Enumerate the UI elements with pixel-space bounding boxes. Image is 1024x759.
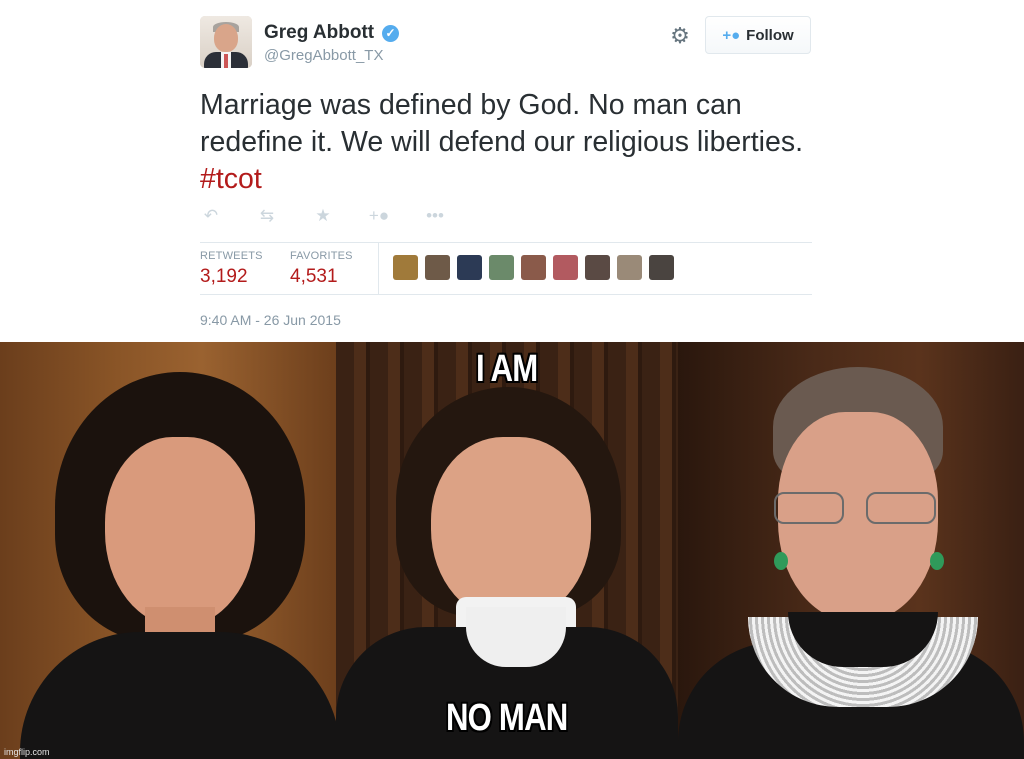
reply-icon[interactable]: ↶: [200, 205, 222, 227]
favorite-icon[interactable]: ★: [312, 205, 334, 227]
favoriter-avatar[interactable]: [457, 255, 482, 280]
favorites-label: FAVORITES: [290, 250, 353, 262]
verified-badge-icon: ✓: [382, 25, 399, 42]
favoriter-avatar[interactable]: [489, 255, 514, 280]
hashtag-link[interactable]: #tcot: [200, 163, 262, 195]
meme-bottom-caption: NO MAN: [446, 697, 568, 739]
more-icon[interactable]: •••: [424, 205, 446, 227]
tweet-card: Greg Abbott ✓ @GregAbbott_TX ⚙ +● Follow…: [0, 0, 1024, 342]
meme-top-caption: I AM: [476, 348, 538, 390]
add-user-icon: +●: [722, 26, 741, 44]
retweets-label: RETWEETS: [200, 250, 263, 262]
author-name[interactable]: Greg Abbott: [264, 22, 374, 44]
meme-panel-left: [0, 342, 336, 759]
author-avatar[interactable]: [200, 16, 252, 68]
favoriter-avatar[interactable]: [425, 255, 450, 280]
tweet-timestamp[interactable]: 9:40 AM - 26 Jun 2015: [200, 312, 341, 328]
follow-button[interactable]: +● Follow: [705, 16, 811, 54]
tweet-actions: ↶ ⇆ ★ +● •••: [200, 205, 480, 227]
favoriter-avatar[interactable]: [585, 255, 610, 280]
favoriter-avatar[interactable]: [553, 255, 578, 280]
favoriter-avatar[interactable]: [649, 255, 674, 280]
favoriter-avatar[interactable]: [393, 255, 418, 280]
stats-divider-bottom: [200, 294, 812, 295]
favoriter-avatar[interactable]: [521, 255, 546, 280]
meme-panel-right: [678, 342, 1024, 759]
favoriter-avatars: [393, 255, 674, 280]
stats-divider-top: [200, 242, 812, 243]
watermark: imgflip.com: [4, 747, 50, 757]
retweets-count[interactable]: 3,192: [200, 266, 248, 288]
stats-vertical-divider: [378, 243, 379, 294]
gear-icon[interactable]: ⚙: [668, 24, 692, 48]
author-handle[interactable]: @GregAbbott_TX: [264, 47, 383, 64]
retweet-icon[interactable]: ⇆: [256, 205, 278, 227]
tweet-text: Marriage was defined by God. No man can …: [200, 87, 820, 198]
follow-icon[interactable]: +●: [368, 205, 390, 227]
meme-image: I AM NO MAN imgflip.com: [0, 342, 1024, 759]
follow-button-label: Follow: [746, 26, 794, 44]
favoriter-avatar[interactable]: [617, 255, 642, 280]
tweet-body: Marriage was defined by God. No man can …: [200, 89, 804, 158]
favorites-count[interactable]: 4,531: [290, 266, 338, 288]
